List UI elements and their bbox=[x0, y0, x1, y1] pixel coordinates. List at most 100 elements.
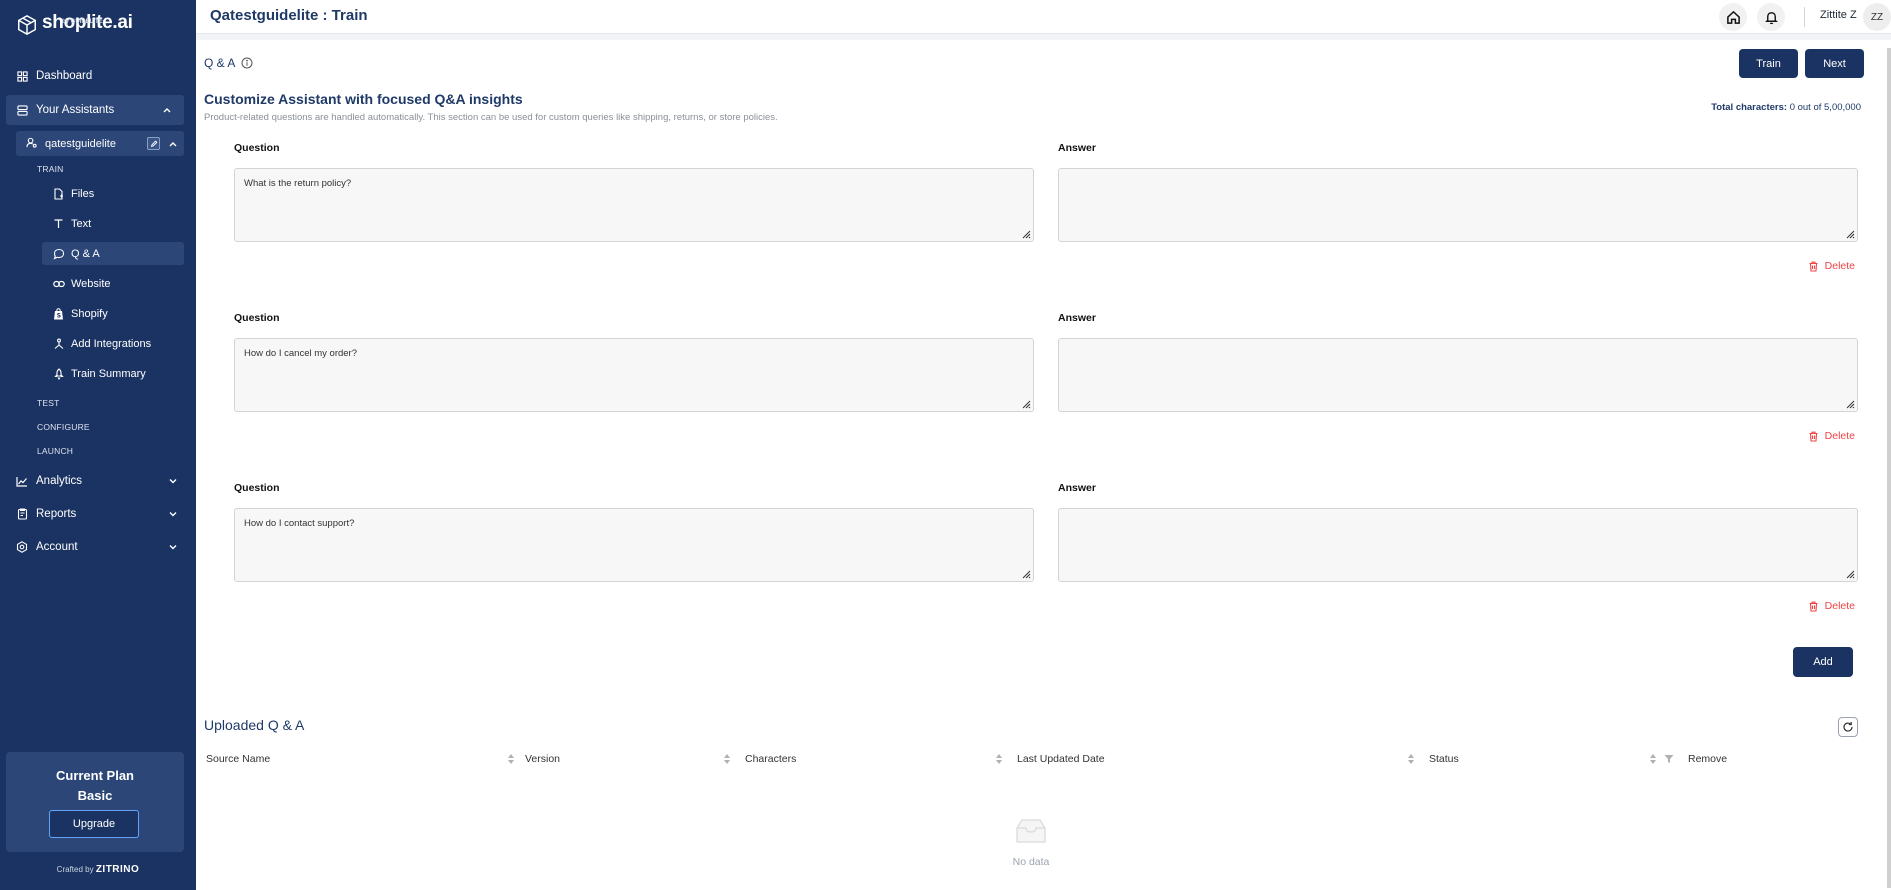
sidebar-item-qa[interactable]: Q & A bbox=[42, 242, 184, 265]
answer-field[interactable] bbox=[1058, 168, 1858, 242]
nav-reports-label: Reports bbox=[36, 508, 77, 520]
empty-text: No data bbox=[1012, 856, 1050, 868]
resize-handle-icon[interactable] bbox=[1845, 399, 1855, 409]
main-content: Q & A Train Next Customize Assistant wit… bbox=[196, 40, 1891, 890]
section-launch[interactable]: LAUNCH bbox=[37, 446, 73, 456]
section-configure[interactable]: CONFIGURE bbox=[37, 422, 90, 432]
account-gear-icon bbox=[15, 540, 29, 554]
sidebar-item-website[interactable]: Website bbox=[42, 272, 184, 295]
add-button[interactable]: Add bbox=[1793, 647, 1853, 677]
sidebar-item-train-summary[interactable]: Train Summary bbox=[42, 362, 184, 385]
resize-handle-icon[interactable] bbox=[1021, 229, 1031, 239]
trash-icon bbox=[1809, 261, 1818, 272]
resize-handle-icon[interactable] bbox=[1021, 569, 1031, 579]
question-text: How do I cancel my order? bbox=[244, 348, 357, 359]
qa-section-label: Q & A bbox=[204, 56, 253, 70]
chat-bubble-icon bbox=[52, 247, 65, 260]
answer-label: Answer bbox=[1058, 142, 1096, 154]
nav-dashboard[interactable]: Dashboard bbox=[0, 61, 196, 91]
home-button[interactable] bbox=[1719, 3, 1747, 31]
edit-assistant-button[interactable] bbox=[147, 137, 160, 150]
filter-icon[interactable] bbox=[1664, 754, 1674, 764]
delete-button[interactable]: Delete bbox=[1808, 260, 1855, 272]
nav-analytics-label: Analytics bbox=[36, 475, 83, 487]
assistant-item[interactable]: qatestguidelite bbox=[16, 131, 184, 156]
question-field[interactable]: How do I contact support? bbox=[234, 508, 1034, 582]
chevron-up-icon[interactable] bbox=[168, 139, 178, 149]
section-train[interactable]: TRAIN bbox=[37, 164, 64, 174]
text-icon bbox=[52, 217, 65, 230]
report-icon bbox=[15, 507, 29, 521]
delete-button[interactable]: Delete bbox=[1808, 430, 1855, 442]
nav-account-label: Account bbox=[36, 541, 78, 553]
plan-title: Current Plan bbox=[55, 768, 134, 783]
delete-button[interactable]: Delete bbox=[1808, 600, 1855, 612]
answer-field[interactable] bbox=[1058, 508, 1858, 582]
crafted-brand: ZITRINO bbox=[95, 864, 140, 875]
next-button[interactable]: Next bbox=[1805, 49, 1864, 78]
sort-icon[interactable] bbox=[723, 753, 731, 765]
resize-handle-icon[interactable] bbox=[1021, 399, 1031, 409]
server-icon bbox=[15, 103, 29, 117]
sort-icon[interactable] bbox=[1407, 753, 1415, 765]
sort-icon[interactable] bbox=[995, 753, 1003, 765]
question-field[interactable]: What is the return policy? bbox=[234, 168, 1034, 242]
sidebar-item-files-label: Files bbox=[71, 187, 95, 200]
question-label: Question bbox=[234, 142, 280, 154]
resize-handle-icon[interactable] bbox=[1845, 229, 1855, 239]
shopify-bag-icon: S bbox=[52, 307, 65, 320]
section-test[interactable]: TEST bbox=[37, 398, 60, 408]
sidebar-item-text-label: Text bbox=[71, 217, 92, 230]
line-chart-icon bbox=[15, 474, 29, 488]
link-icon bbox=[52, 277, 65, 290]
refresh-button[interactable] bbox=[1838, 717, 1858, 737]
trash-icon bbox=[1809, 601, 1818, 612]
nav-reports[interactable]: Reports bbox=[0, 499, 196, 529]
info-icon[interactable] bbox=[241, 57, 253, 69]
chevron-down-icon bbox=[169, 512, 177, 517]
sidebar-item-files[interactable]: Files bbox=[42, 182, 184, 205]
answer-field[interactable] bbox=[1058, 338, 1858, 412]
question-text: How do I contact support? bbox=[244, 518, 355, 529]
delete-label: Delete bbox=[1824, 260, 1855, 272]
sidebar-item-shopify-label: Shopify bbox=[71, 307, 108, 320]
crafted-by: Crafted by ZITRINO bbox=[0, 864, 196, 875]
plan-name: Basic bbox=[77, 788, 113, 803]
total-characters: Total characters: 0 out of 5,00,000 bbox=[1711, 102, 1861, 113]
sort-icon[interactable] bbox=[507, 753, 515, 765]
col-status[interactable]: Status bbox=[1429, 753, 1459, 765]
svg-text:S: S bbox=[57, 312, 61, 319]
top-header: Qatestguidelite : Train Zittite Z ZZ bbox=[196, 0, 1891, 34]
sidebar-item-shopify[interactable]: S Shopify bbox=[42, 302, 184, 325]
home-icon bbox=[1726, 10, 1740, 24]
total-characters-value: 0 out of 5,00,000 bbox=[1789, 102, 1861, 113]
sidebar-item-qa-label: Q & A bbox=[71, 247, 100, 260]
train-button[interactable]: Train bbox=[1739, 49, 1798, 78]
grid-icon bbox=[15, 69, 29, 83]
col-last-updated-date[interactable]: Last Updated Date bbox=[1017, 753, 1105, 765]
avatar[interactable]: ZZ bbox=[1863, 3, 1891, 31]
col-source-name[interactable]: Source Name bbox=[206, 753, 270, 765]
sidebar-item-text[interactable]: Text bbox=[42, 212, 184, 235]
col-characters[interactable]: Characters bbox=[745, 753, 796, 765]
delete-label: Delete bbox=[1824, 430, 1855, 442]
chevron-up-icon bbox=[163, 108, 171, 113]
user-name[interactable]: Zittite Z bbox=[1820, 9, 1857, 21]
col-version[interactable]: Version bbox=[525, 753, 560, 765]
resize-handle-icon[interactable] bbox=[1845, 569, 1855, 579]
question-field[interactable]: How do I cancel my order? bbox=[234, 338, 1034, 412]
notifications-button[interactable] bbox=[1757, 3, 1785, 31]
user-gear-icon bbox=[26, 137, 39, 150]
nav-analytics[interactable]: Analytics bbox=[0, 466, 196, 496]
nav-your-assistants[interactable]: Your Assistants bbox=[6, 95, 184, 125]
scrollbar[interactable] bbox=[1887, 48, 1891, 888]
sidebar-item-add-integrations[interactable]: Add Integrations bbox=[42, 332, 184, 355]
upgrade-button[interactable]: Upgrade bbox=[49, 810, 139, 838]
chevron-down-icon bbox=[169, 545, 177, 550]
nav-account[interactable]: Account bbox=[0, 532, 196, 562]
empty-inbox-icon bbox=[1016, 819, 1046, 843]
pencil-icon bbox=[150, 140, 157, 147]
sort-icon[interactable] bbox=[1649, 753, 1657, 765]
col-remove[interactable]: Remove bbox=[1688, 753, 1727, 765]
sidebar-item-train-summary-label: Train Summary bbox=[71, 367, 146, 380]
